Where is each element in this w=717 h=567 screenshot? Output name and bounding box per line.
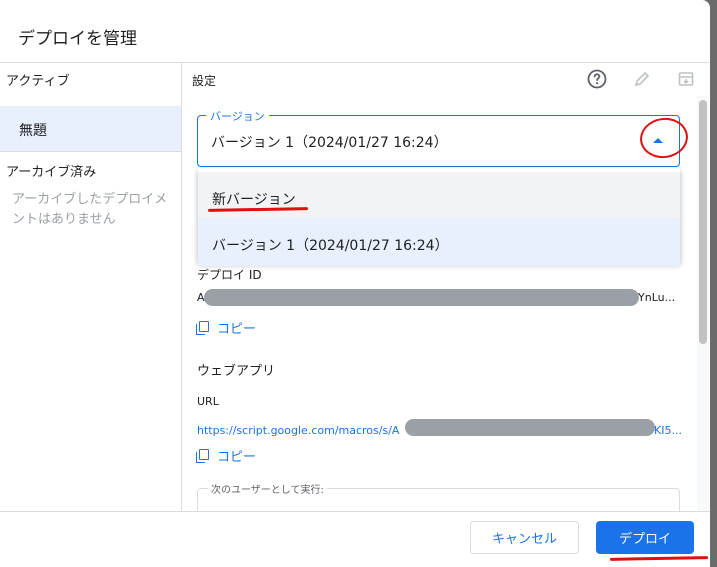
dialog-title: デプロイを管理 xyxy=(18,29,137,49)
deploy-button[interactable]: デプロイ xyxy=(596,521,694,554)
help-icon[interactable] xyxy=(586,68,608,90)
copy-url-button[interactable]: コピー xyxy=(196,446,256,465)
cancel-button[interactable]: キャンセル xyxy=(470,521,579,554)
url-label: URL xyxy=(197,395,219,408)
web-app-heading: ウェブアプリ xyxy=(197,364,276,379)
option-label: バージョン 1（2024/01/27 16:24） xyxy=(212,238,449,254)
manage-deployments-dialog: デプロイを管理 アクティブ 無題 アーカイブ済み アーカイブしたデプロイメントは… xyxy=(0,0,710,567)
option-label: 新バージョン xyxy=(212,192,296,208)
sidebar-active-heading: アクティブ xyxy=(6,74,70,89)
sidebar-item-label: 無題 xyxy=(19,123,47,139)
sidebar-separator xyxy=(181,62,182,511)
copy-icon xyxy=(196,448,210,463)
dropdown-option-new-version[interactable]: 新バージョン xyxy=(198,172,680,220)
copy-label: コピー xyxy=(217,322,257,337)
web-app-url-suffix[interactable]: KI5... xyxy=(654,424,682,437)
copy-label: コピー xyxy=(217,450,257,465)
redacted-url xyxy=(405,419,655,436)
execute-as-label: 次のユーザーとして実行: xyxy=(208,481,327,496)
version-label: バージョン xyxy=(206,108,269,124)
archive-icon[interactable] xyxy=(675,68,697,90)
copy-icon xyxy=(196,320,210,335)
sidebar-item-untitled[interactable]: 無題 xyxy=(0,106,181,151)
redacted-deploy-id xyxy=(204,289,639,306)
sidebar-archived-heading: アーカイブ済み xyxy=(6,165,97,180)
web-app-url-prefix[interactable]: https://script.google.com/macros/s/A xyxy=(197,424,399,437)
deploy-id-label: デプロイ ID xyxy=(197,268,262,282)
settings-heading: 設定 xyxy=(192,74,217,88)
archived-empty-message: アーカイブしたデプロイメントはありません xyxy=(12,192,168,227)
sidebar-divider-line xyxy=(0,151,181,152)
header-divider xyxy=(0,62,710,63)
version-dropdown-menu: 新バージョン バージョン 1（2024/01/27 16:24） xyxy=(198,168,680,266)
deploy-id-suffix: YnLu... xyxy=(638,291,676,304)
dropdown-option-version-1[interactable]: バージョン 1（2024/01/27 16:24） xyxy=(198,218,680,266)
version-selected-value[interactable]: バージョン 1（2024/01/27 16:24） xyxy=(211,132,448,152)
scrollbar-thumb[interactable] xyxy=(699,100,707,344)
copy-deploy-id-button[interactable]: コピー xyxy=(196,318,256,337)
edit-icon[interactable] xyxy=(631,68,653,90)
